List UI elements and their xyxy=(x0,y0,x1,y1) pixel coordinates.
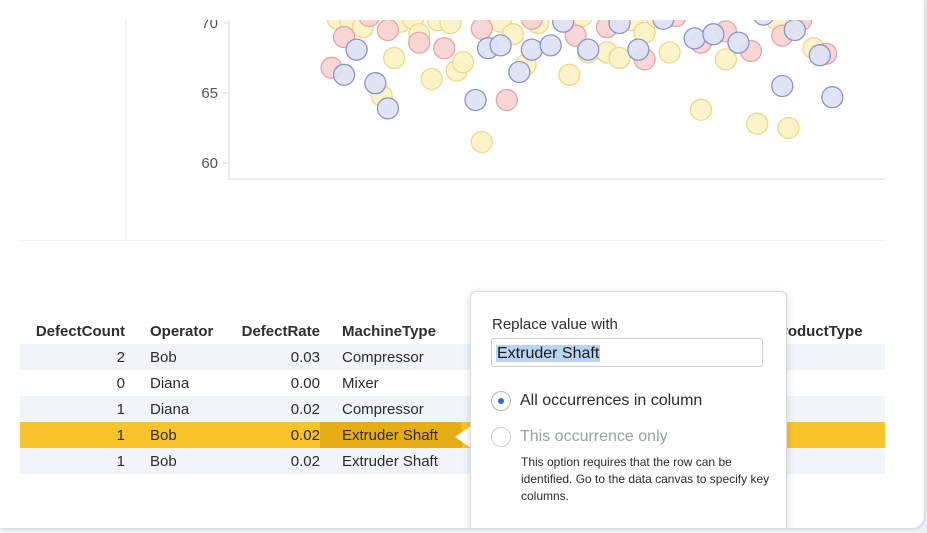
visualization-card: 70 65 60 DefectCount Operator DefectRate… xyxy=(0,0,924,528)
cell-machinetype[interactable]: Mixer xyxy=(320,370,462,396)
column-header-operator[interactable]: Operator xyxy=(128,318,240,344)
scatter-point-blue[interactable] xyxy=(808,44,831,67)
cell-defectrate[interactable]: 0.02 xyxy=(240,448,320,474)
column-header-defectcount[interactable]: DefectCount xyxy=(20,318,128,344)
cell-operator[interactable]: Bob xyxy=(128,344,240,370)
cell-defectrate[interactable]: 0.03 xyxy=(240,344,320,370)
cell-operator[interactable]: Diana xyxy=(128,396,240,422)
scatter-point-blue[interactable] xyxy=(345,38,368,61)
scatter-point-yellow[interactable] xyxy=(777,116,800,140)
scatter-point-blue[interactable] xyxy=(627,38,650,61)
scatter-point-blue[interactable] xyxy=(771,74,794,98)
scatter-point-blue[interactable] xyxy=(508,60,531,84)
cell-machinetype[interactable]: Extruder Shaft xyxy=(320,448,462,474)
option-all-occurrences[interactable]: All occurrences in column xyxy=(491,391,702,411)
scatter-point-blue[interactable] xyxy=(364,72,387,95)
popover-pointer xyxy=(455,426,471,448)
cell-producttype[interactable]: C xyxy=(772,422,885,448)
scatter-point-pink[interactable] xyxy=(376,20,400,42)
scatter-point-blue[interactable] xyxy=(489,34,512,57)
cell-defectrate[interactable]: 0.00 xyxy=(240,370,320,396)
cell-defectcount[interactable]: 0 xyxy=(20,370,128,396)
cell-producttype[interactable]: A xyxy=(772,344,885,370)
scatter-point-pink[interactable] xyxy=(495,88,518,112)
scatter-points xyxy=(320,20,844,154)
scatter-point-pink[interactable] xyxy=(470,20,493,40)
scatter-point-blue[interactable] xyxy=(332,63,356,86)
radio-this-occurrence xyxy=(491,427,511,447)
scatter-point-pink[interactable] xyxy=(408,31,431,54)
scatter-point-blue[interactable] xyxy=(577,38,600,61)
cell-defectrate[interactable]: 0.02 xyxy=(240,422,320,448)
scatter-point-blue[interactable] xyxy=(683,27,706,50)
scatter-point-yellow[interactable] xyxy=(451,51,475,74)
scatter-point-yellow[interactable] xyxy=(420,67,443,91)
cell-producttype[interactable]: B xyxy=(772,448,885,474)
scatter-point-yellow[interactable] xyxy=(439,20,462,35)
panel-divider xyxy=(20,240,885,241)
scatter-point-blue[interactable] xyxy=(376,97,400,120)
scatter-point-yellow[interactable] xyxy=(608,46,631,70)
cell-machinetype-active[interactable]: Extruder Shaft xyxy=(320,422,462,448)
scatter-point-yellow[interactable] xyxy=(558,63,581,86)
cell-defectcount[interactable]: 1 xyxy=(20,396,128,422)
scatter-plot-svg: 70 65 60 xyxy=(125,20,885,240)
cell-machinetype[interactable]: Compressor xyxy=(320,344,462,370)
scatter-point-blue[interactable] xyxy=(727,31,750,54)
scatter-point-yellow[interactable] xyxy=(658,41,681,64)
column-header-defectrate[interactable]: DefectRate xyxy=(240,318,320,344)
option-help-text: This option requires that the row can be… xyxy=(521,455,770,503)
replace-value-input[interactable]: Extruder Shaft xyxy=(491,338,763,367)
cell-machinetype[interactable]: Compressor xyxy=(320,396,462,422)
cell-producttype[interactable]: A xyxy=(772,396,885,422)
cell-operator[interactable]: Bob xyxy=(128,448,240,474)
radio-all-occurrences[interactable] xyxy=(491,391,511,411)
y-tick-label-70: 70 xyxy=(201,20,218,32)
replace-value-text-selected: Extruder Shaft xyxy=(496,345,601,362)
scatter-point-blue[interactable] xyxy=(702,23,725,46)
cell-producttype[interactable]: B xyxy=(772,370,885,396)
y-tick-label-65: 65 xyxy=(201,85,218,102)
option-this-occurrence-label: This occurrence only xyxy=(520,428,668,445)
scatter-point-blue[interactable] xyxy=(821,86,844,109)
scatter-point-blue[interactable] xyxy=(520,38,544,61)
scatter-point-yellow[interactable] xyxy=(383,46,406,70)
scatter-point-pink[interactable] xyxy=(433,37,456,60)
scatter-point-blue[interactable] xyxy=(783,20,806,42)
scatter-point-blue[interactable] xyxy=(464,88,487,112)
cell-defectrate[interactable]: 0.02 xyxy=(240,396,320,422)
cell-defectcount[interactable]: 2 xyxy=(20,344,128,370)
option-all-occurrences-label: All occurrences in column xyxy=(520,392,703,409)
cell-defectcount[interactable]: 1 xyxy=(20,448,128,474)
cell-defectcount[interactable]: 1 xyxy=(20,422,128,448)
scatter-point-yellow[interactable] xyxy=(470,130,493,154)
scatter-point-yellow[interactable] xyxy=(689,98,713,121)
scatter-point-blue[interactable] xyxy=(539,34,562,57)
popover-title: Replace value with xyxy=(492,316,618,333)
column-header-producttype[interactable]: ProductType xyxy=(772,318,885,344)
column-header-machinetype[interactable]: MachineType xyxy=(320,318,462,344)
option-this-occurrence: This occurrence only xyxy=(491,427,668,447)
cell-operator[interactable]: Diana xyxy=(128,370,240,396)
y-tick-label-60: 60 xyxy=(201,155,218,172)
scatter-point-yellow[interactable] xyxy=(746,112,769,135)
cell-operator[interactable]: Bob xyxy=(128,422,240,448)
replace-value-popover: Replace value with Extruder Shaft All oc… xyxy=(470,291,787,528)
scatter-plot: 70 65 60 xyxy=(20,20,885,245)
